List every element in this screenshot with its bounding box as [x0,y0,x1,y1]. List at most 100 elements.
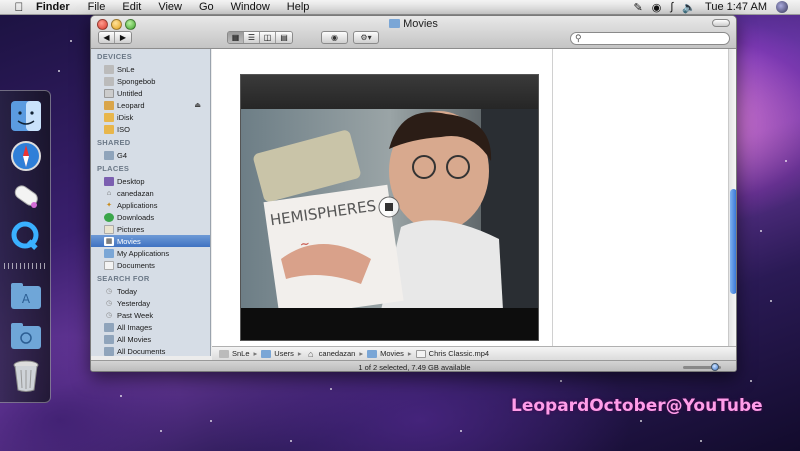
sidebar-item-g4[interactable]: G4 [91,149,210,161]
sidebar-item-pictures[interactable]: Pictures [91,223,210,235]
sidebar-heading-shared: SHARED [97,138,131,147]
sidebar-item-documents[interactable]: Documents [91,259,210,271]
sidebar-heading-devices: DEVICES [97,52,133,61]
vertical-scrollbar[interactable] [728,49,736,346]
zoom-slider[interactable] [683,363,721,371]
sidebar-item-all-images[interactable]: All Images [91,321,210,333]
path-item-label: canedazan [318,349,356,358]
menu-window[interactable]: Window [231,1,270,13]
applications-folder-icon[interactable]: A [8,279,44,313]
pictures-icon [104,224,114,234]
script-menu-icon[interactable]: ✎ [633,1,642,14]
downloads-icon [104,212,114,222]
sidebar-item-label: SnLe [117,64,135,74]
sidebar-item-downloads[interactable]: Downloads [91,211,210,223]
dock-separator [4,263,46,269]
folder-icon [261,349,272,358]
idisk-icon [104,112,114,122]
video-frame: HEMISPHERES ~ [241,109,538,310]
spotlight-icon[interactable] [776,1,788,13]
trash-icon[interactable] [8,359,44,393]
sidebar-item-label: iDisk [117,112,134,122]
sidebar-item-idisk[interactable]: iDisk [91,111,210,123]
sidebar-item-movies[interactable]: ▦ Movies [91,235,210,247]
sidebar-heading-search-for: SEARCH FOR [97,274,150,283]
path-item-users[interactable]: Users ▸ [261,349,302,358]
sidebar-item-desktop[interactable]: Desktop [91,175,210,187]
volume-icon[interactable]: 🔈 [682,1,696,14]
sidebar-item-home[interactable]: ⌂ canedazan [91,187,210,199]
quick-look-button[interactable]: ◉ [321,31,348,44]
pill-app-icon[interactable] [8,179,44,213]
video-letterbox-bottom [241,308,538,340]
window-toolbar: Movies ◀ ▶ ▦ ☰ ◫ ▤ ◉ ⚙▾ ⚲ [91,16,736,49]
sidebar-item-label: Today [117,286,138,296]
menu-go[interactable]: Go [199,1,214,13]
view-mode-control: ▦ ☰ ◫ ▤ [227,31,293,44]
gear-icon: ⚙▾ [360,33,372,42]
menu-view[interactable]: View [158,1,182,13]
folder-icon [104,248,114,258]
menu-clock[interactable]: Tue 1:47 AM [705,1,767,13]
folder-icon [367,349,378,358]
computer-icon [104,150,114,160]
sidebar-item-all-movies[interactable]: All Movies [91,333,210,345]
sidebar-item-my-applications[interactable]: My Applications [91,247,210,259]
sidebar-item-label: G4 [117,150,128,160]
bluetooth-icon[interactable]: ∫ [670,1,673,13]
sidebar-item-snle[interactable]: SnLe [91,63,210,75]
finder-icon[interactable] [8,99,44,133]
sidebar-item-all-documents[interactable]: All Documents [91,345,210,356]
menu-file[interactable]: File [88,1,106,13]
sidebar-item-today[interactable]: ◷ Today [91,285,210,297]
video-preview[interactable]: HEMISPHERES ~ [240,74,539,341]
sidebar-item-label: Desktop [117,176,145,186]
scrollbar-thumb[interactable] [730,189,736,294]
toolbar-toggle-button[interactable] [712,19,730,27]
empty-column [552,49,728,346]
sidebar-item-past-week[interactable]: ◷ Past Week [91,309,210,321]
sync-icon[interactable]: ◉ [652,1,662,14]
hard-drive-icon [104,64,114,74]
back-button[interactable]: ◀ [99,32,115,43]
coverflow-view-button[interactable]: ▤ [276,32,292,43]
dvd-icon [104,100,114,110]
path-separator-icon: ▸ [297,349,302,358]
icon-view-button[interactable]: ▦ [228,32,244,43]
eject-icon[interactable]: ⏏ [194,101,201,109]
status-bar: 1 of 2 selected, 7.49 GB available [91,360,736,372]
window-title-label: Movies [403,18,438,30]
search-icon: ⚲ [575,33,582,43]
safari-icon[interactable] [8,139,44,173]
smart-folder-icon [104,346,114,356]
path-item-label: SnLe [232,349,250,358]
path-item-movies[interactable]: Movies ▸ [367,349,412,358]
sidebar-item-label: All Documents [117,346,166,356]
smart-folder-icon [104,322,114,332]
path-item-home[interactable]: ⌂ canedazan ▸ [306,349,363,358]
sidebar-item-applications[interactable]: ✦ Applications [91,199,210,211]
path-separator-icon: ▸ [407,349,412,358]
path-item-snle[interactable]: SnLe ▸ [219,349,257,358]
sidebar-item-iso[interactable]: ISO [91,123,210,135]
column-view-button[interactable]: ◫ [260,32,276,43]
sidebar-item-label: All Images [117,322,153,332]
search-field[interactable]: ⚲ [570,32,730,45]
apple-menu-icon[interactable]:  [12,0,26,14]
menu-help[interactable]: Help [287,1,310,13]
path-item-label: Movies [380,349,404,358]
sidebar-item-untitled[interactable]: Untitled [91,87,210,99]
documents-folder-icon[interactable] [8,319,44,353]
forward-button[interactable]: ▶ [115,32,131,43]
action-menu-button[interactable]: ⚙▾ [353,31,379,44]
menu-app-name[interactable]: Finder [36,1,70,13]
sidebar-item-leopard[interactable]: Leopard ⏏ [91,99,210,111]
status-text: 1 of 2 selected, 7.49 GB available [358,363,471,372]
quicktime-icon[interactable] [8,219,44,253]
sidebar-item-yesterday[interactable]: ◷ Yesterday [91,297,210,309]
list-view-button[interactable]: ☰ [244,32,260,43]
sidebar-item-spongebob[interactable]: Spongebob [91,75,210,87]
clock-icon: ◷ [105,288,113,295]
path-item-file[interactable]: Chris Classic.mp4 [415,349,489,358]
menu-edit[interactable]: Edit [122,1,141,13]
